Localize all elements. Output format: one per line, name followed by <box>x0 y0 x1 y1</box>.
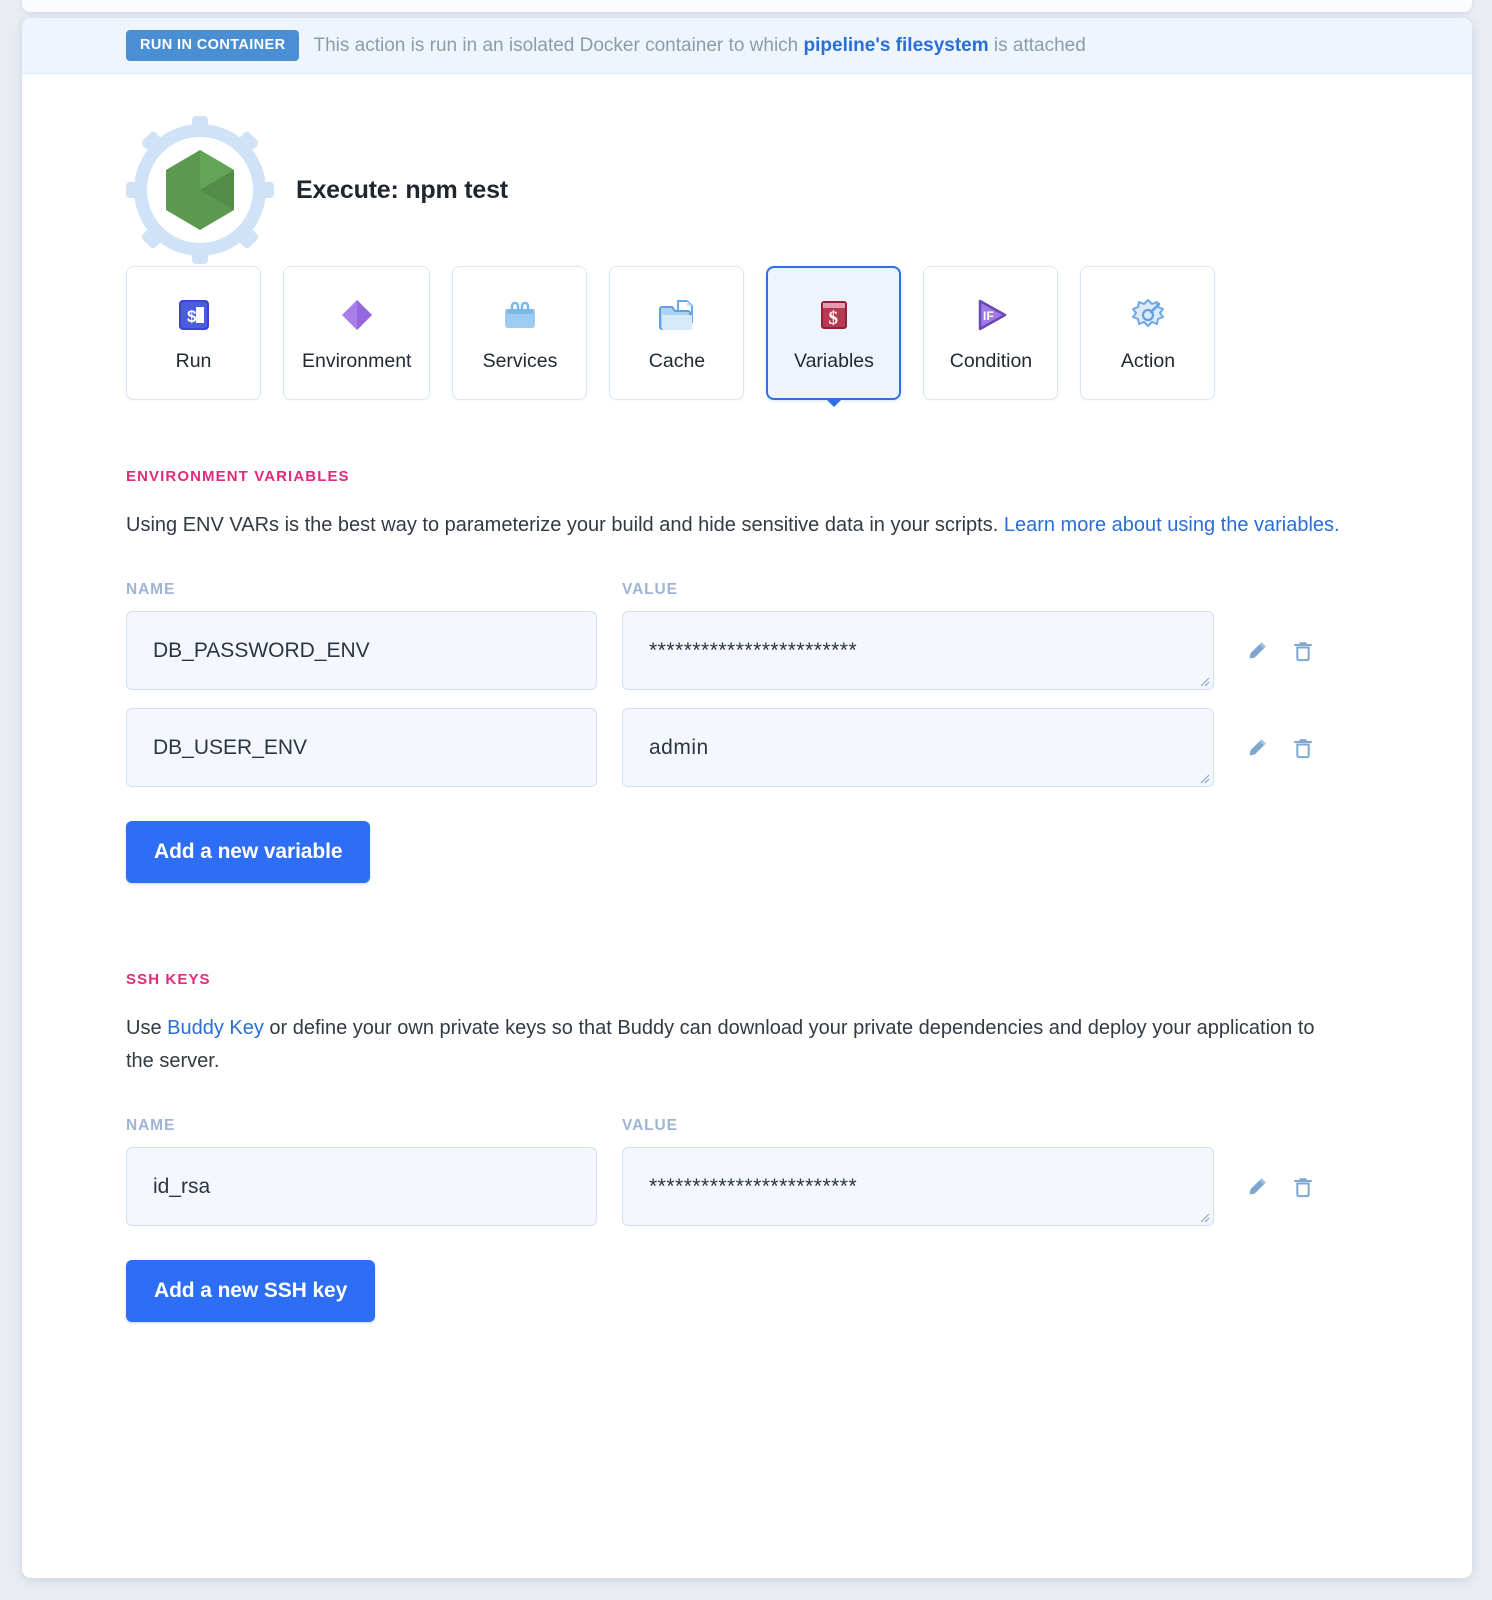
trash-icon[interactable] <box>1290 637 1316 665</box>
environment-variables-heading: ENVIRONMENT VARIABLES <box>126 468 350 485</box>
if-play-icon: IF <box>970 294 1012 336</box>
ssh-desc-before: Use <box>126 1017 168 1040</box>
ssh-keys-description: Use Buddy Key or define your own private… <box>126 1012 1346 1077</box>
ssh-key-name-input[interactable]: id_rsa <box>126 1147 597 1227</box>
purple-diamond-icon <box>336 294 378 336</box>
table-row: DB_USER_ENV admin <box>126 708 1368 788</box>
tab-condition[interactable]: IF Condition <box>923 266 1059 400</box>
tab-cache[interactable]: Cache <box>609 266 745 400</box>
ssh-key-value-text: ************************ <box>649 1174 858 1198</box>
banner-text-after: is attached <box>988 34 1086 56</box>
variable-name-input[interactable]: DB_PASSWORD_ENV <box>126 611 597 691</box>
services-bags-icon <box>499 294 541 336</box>
run-in-container-banner: RUN IN CONTAINER This action is run in a… <box>22 18 1472 74</box>
page-title: Execute: npm test <box>296 175 508 204</box>
table-row: DB_PASSWORD_ENV ************************ <box>126 611 1368 691</box>
add-new-ssh-key-button[interactable]: Add a new SSH key <box>126 1260 376 1323</box>
env-column-headers: NAME VALUE <box>126 581 1368 599</box>
column-header-name: NAME <box>126 1117 176 1135</box>
tab-label: Run <box>175 349 212 372</box>
run-in-container-badge: RUN IN CONTAINER <box>126 30 299 61</box>
ssh-keys-section: SSH KEYS Use Buddy Key or define your ow… <box>126 971 1368 1323</box>
variable-name-input[interactable]: DB_USER_ENV <box>126 708 597 788</box>
variable-value-text: ************************ <box>649 638 858 662</box>
ssh-keys-heading: SSH KEYS <box>126 971 211 989</box>
environment-variables-description: Using ENV VARs is the best way to parame… <box>126 509 1346 541</box>
svg-text:$: $ <box>828 308 838 329</box>
svg-text:IF: IF <box>983 309 994 323</box>
tab-label: Variables <box>794 349 874 372</box>
tab-label: Environment <box>302 349 412 372</box>
buddy-key-link[interactable]: Buddy Key <box>167 1017 264 1039</box>
column-header-name: NAME <box>126 581 176 599</box>
tab-label: Condition <box>949 349 1033 372</box>
tab-action[interactable]: Action <box>1080 266 1216 400</box>
run-in-container-description: This action is run in an isolated Docker… <box>314 35 1086 57</box>
tab-services[interactable]: Services <box>452 266 588 400</box>
nodejs-gear-icon <box>126 116 274 264</box>
settings-body: ENVIRONMENT VARIABLES Using ENV VARs is … <box>22 468 1472 1323</box>
table-row: id_rsa ************************ <box>126 1147 1368 1227</box>
resize-grip-icon[interactable] <box>1196 770 1210 784</box>
column-header-value: VALUE <box>622 581 678 599</box>
tab-label: Action <box>1120 349 1176 372</box>
tab-environment[interactable]: Environment <box>283 266 431 400</box>
action-header: Execute: npm test <box>22 74 1472 274</box>
active-tab-pointer <box>824 398 843 407</box>
row-actions <box>1244 611 1316 690</box>
ssh-keys-rows: id_rsa ************************ <box>126 1147 1368 1227</box>
cloud-burst-icon <box>1127 294 1169 336</box>
resize-grip-icon[interactable] <box>1196 1209 1210 1223</box>
tab-label: Services <box>482 349 558 372</box>
variable-value-input[interactable]: ************************ <box>622 611 1214 691</box>
svg-text:$: $ <box>187 307 197 326</box>
ssh-key-value-input[interactable]: ************************ <box>622 1147 1214 1227</box>
settings-tabs: $ Run Environment Services Cache $ Varia… <box>22 266 1472 407</box>
ssh-column-headers: NAME VALUE <box>126 1117 1368 1135</box>
variable-value-input[interactable]: admin <box>622 708 1214 788</box>
tab-label: Cache <box>648 349 706 372</box>
column-header-value: VALUE <box>622 1117 678 1135</box>
tab-run[interactable]: $ Run <box>126 266 261 400</box>
pencil-icon[interactable] <box>1244 734 1270 762</box>
folder-document-icon <box>656 294 698 336</box>
action-settings-card: RUN IN CONTAINER This action is run in a… <box>22 18 1472 1578</box>
resize-grip-icon[interactable] <box>1196 673 1210 687</box>
previous-card-edge <box>22 0 1472 12</box>
tab-variables[interactable]: $ Variables <box>766 266 902 407</box>
trash-icon[interactable] <box>1290 734 1316 762</box>
add-new-variable-button[interactable]: Add a new variable <box>126 821 371 884</box>
env-desc-text: Using ENV VARs is the best way to parame… <box>126 514 1004 536</box>
dollar-card-icon: $ <box>813 294 855 336</box>
row-actions <box>1244 708 1316 787</box>
row-actions <box>1244 1147 1316 1226</box>
pencil-icon[interactable] <box>1244 637 1270 665</box>
pipeline-filesystem-link[interactable]: pipeline's filesystem <box>804 35 989 56</box>
banner-text-before: This action is run in an isolated Docker… <box>313 34 804 56</box>
trash-icon[interactable] <box>1290 1173 1316 1201</box>
learn-more-variables-link[interactable]: Learn more about using the variables. <box>1004 514 1340 536</box>
environment-variables-rows: DB_PASSWORD_ENV ************************ <box>126 611 1368 788</box>
variable-value-text: admin <box>649 735 709 759</box>
ssh-desc-after: or define your own private keys so that … <box>126 1017 1315 1072</box>
page-root: RUN IN CONTAINER This action is run in a… <box>0 0 1492 1600</box>
terminal-prompt-icon: $ <box>173 294 215 336</box>
pencil-icon[interactable] <box>1244 1173 1270 1201</box>
